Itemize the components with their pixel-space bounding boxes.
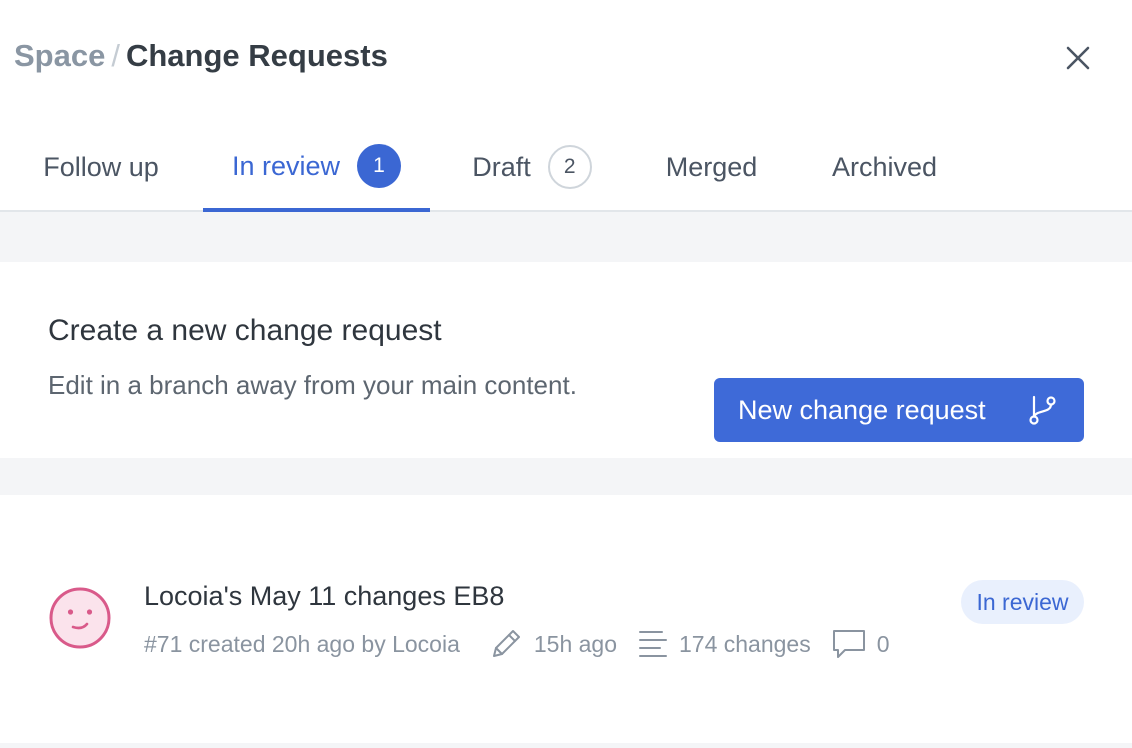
tab-label: In review <box>231 150 341 181</box>
tab-count-badge: 1 <box>357 144 402 188</box>
lines-icon <box>637 628 669 660</box>
smiley-face-avatar-icon <box>49 587 111 649</box>
tab-label: Archived <box>831 151 938 182</box>
tab-in-review[interactable]: In review 1 <box>203 124 430 212</box>
change-request-list: Locoia's May 11 changes EB8 #71 created … <box>0 495 1132 743</box>
breadcrumb-space-link[interactable]: Space <box>14 38 105 73</box>
tab-merged[interactable]: Merged <box>642 124 781 210</box>
create-card-title: Create a new change request <box>48 314 442 347</box>
tab-label: Follow up <box>43 151 159 182</box>
change-request-title[interactable]: Locoia's May 11 changes EB8 <box>144 581 504 612</box>
comments-count: 0 <box>876 630 890 657</box>
tab-label: Merged <box>665 151 758 182</box>
tab-archived[interactable]: Archived <box>808 124 961 210</box>
tab-count-badge: 2 <box>547 145 592 189</box>
create-change-request-card: Create a new change request Edit in a br… <box>0 262 1132 458</box>
changes-info: 174 changes <box>637 628 811 660</box>
page-title: Change Requests <box>125 38 388 73</box>
breadcrumb: Space / Change Requests <box>14 38 388 74</box>
create-card-subtitle: Edit in a branch away from your main con… <box>48 370 577 400</box>
close-icon <box>1066 46 1090 70</box>
breadcrumb-separator: / <box>111 38 120 73</box>
branch-icon <box>1029 395 1056 425</box>
change-request-meta: #71 created 20h ago by Locoia 15h ago 17… <box>144 629 890 659</box>
tab-follow-up[interactable]: Follow up <box>14 124 188 210</box>
changes-count: 174 changes <box>679 630 811 657</box>
edited-info: 15h ago <box>488 626 617 662</box>
new-change-request-label: New change request <box>738 394 986 425</box>
comments-info: 0 <box>831 628 890 660</box>
header: Space / Change Requests <box>0 0 1132 120</box>
status-badge: In review <box>961 580 1084 624</box>
comment-icon <box>831 628 867 660</box>
tab-label: Draft <box>472 151 531 182</box>
tab-draft[interactable]: Draft 2 <box>452 124 612 210</box>
new-change-request-button[interactable]: New change request <box>714 378 1084 442</box>
close-button[interactable] <box>1060 40 1096 76</box>
content-area: Create a new change request Edit in a br… <box>0 212 1132 748</box>
tab-bar: Follow up In review 1 Draft 2 Merged Arc… <box>0 124 1132 212</box>
edited-time: 15h ago <box>533 630 617 657</box>
created-info: #71 created 20h ago by Locoia <box>144 630 460 657</box>
pencil-icon <box>488 626 524 662</box>
